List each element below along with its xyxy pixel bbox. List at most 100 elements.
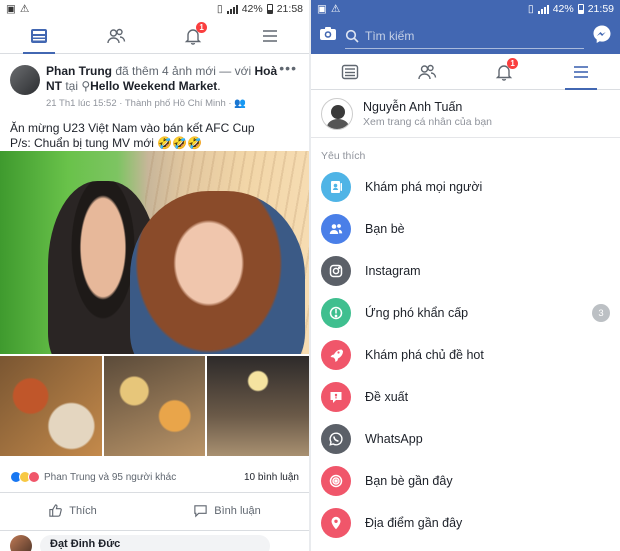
reactions-text: Phan Trung và 95 người khác [44,471,177,483]
place-name[interactable]: Hello Weekend Market [90,79,217,93]
period: . [217,79,221,93]
profile-avatar[interactable] [321,97,353,130]
warning-icon: ⚠ [19,3,30,15]
photo-thumbnail[interactable] [0,356,102,456]
gallery-icon: ▣ [6,3,16,15]
search-input[interactable]: Tìm kiếm [345,23,584,49]
crisis-response-icon [321,298,351,328]
author-avatar[interactable] [10,65,40,95]
battery-percent: 42% [241,3,263,15]
menu-item-trending-topics[interactable]: Khám phá chủ đề hot [311,334,620,376]
menu-item-friends[interactable]: Bạn bè [311,208,620,250]
vibrate-icon: ▯ [527,3,534,15]
menu-item-label: Bạn bè [365,222,405,236]
battery-percent: 42% [552,3,574,15]
favorites-menu: Khám phá mọi người Bạn bè Instagram Ứng … [311,166,620,544]
right-screen: ▣ ⚠ ▯ 42% 21:59 Tìm kiếm 1 Nguyễn Anh Tu… [311,0,620,551]
friends-icon [321,214,351,244]
location-pin-icon: ⚲ [81,79,91,93]
menu-item-count-badge: 3 [592,304,610,322]
post-action-text: đã thêm 4 ảnh mới — với [112,64,255,78]
menu-item-label: Bạn bè gần đây [365,474,453,488]
profile-subtitle: Xem trang cá nhân của bạn [363,115,493,128]
menu-item-label: Đề xuất [365,390,409,404]
rocket-icon [321,340,351,370]
favorites-section-title: Yêu thích [321,150,366,162]
comments-count[interactable]: 10 bình luận [244,472,299,483]
news-feed-icon [341,64,358,79]
photo-thumbnail[interactable] [103,356,206,456]
gallery-icon: ▣ [317,3,327,15]
top-nav: 1 [311,54,620,90]
menu-item-label: WhatsApp [365,432,423,446]
menu-item-label: Địa điểm gần đây [365,516,463,530]
signal-icon [537,4,549,14]
reactions-summary[interactable]: Phan Trung và 95 người khác 10 bình luận [0,467,309,487]
comment-icon [194,505,207,518]
caption-line-1: Ăn mừng U23 Việt Nam vào bán kết AFC Cup [10,121,255,135]
thumbs-up-icon [49,504,63,517]
top-nav: 1 [0,18,309,54]
friends-icon [107,28,126,43]
nearby-friends-icon [321,466,351,496]
menu-item-nearby-friends[interactable]: Bạn bè gần đây [311,460,620,502]
notification-badge: 1 [196,21,208,33]
menu-item-whatsapp[interactable]: WhatsApp [311,418,620,460]
comment-button[interactable]: Bình luận [193,503,261,518]
status-bar: ▣ ⚠ ▯ 42% 21:59 [311,0,620,18]
notification-badge: 1 [507,57,519,69]
tab-news-feed[interactable] [330,55,370,89]
menu-item-instagram[interactable]: Instagram [311,250,620,292]
search-header: Tìm kiếm [311,18,620,54]
menu-item-nearby-places[interactable]: Địa điểm gần đây [311,502,620,544]
menu-item-label: Khám phá chủ đề hot [365,348,484,362]
battery-icon [266,4,273,14]
menu-item-suggestions[interactable]: Đề xuất [311,376,620,418]
commenter-avatar[interactable] [10,535,32,551]
search-placeholder: Tìm kiếm [365,28,415,43]
hamburger-icon [263,29,278,42]
location-pin-icon [321,508,351,538]
main-photo[interactable] [0,151,309,354]
tab-notifications[interactable]: 1 [173,19,213,53]
like-label: Thích [69,504,97,517]
discover-people-icon [321,172,351,202]
post-header: Phan Trung đã thêm 4 ảnh mới — với Hoà N… [0,54,309,111]
more-options-icon[interactable]: ••• [279,60,297,76]
signal-icon [226,4,238,14]
like-button[interactable]: Thích [48,503,97,518]
status-bar: ▣ ⚠ ▯ 42% 21:58 [0,0,309,18]
clock: 21:58 [276,3,303,15]
warning-icon: ⚠ [330,3,341,15]
tab-friends[interactable] [96,19,136,53]
tab-friends[interactable] [407,55,447,89]
profile-row[interactable]: Nguyễn Anh Tuấn Xem trang cá nhân của bạ… [311,90,620,138]
post-meta: 21 Th1 lúc 15:52 · Thành phố Hồ Chí Minh… [46,98,235,109]
menu-item-discover-people[interactable]: Khám phá mọi người [311,166,620,208]
menu-item-crisis-response[interactable]: Ứng phó khẩn cấp 3 [311,292,620,334]
tab-news-feed[interactable] [19,19,59,54]
camera-icon[interactable] [319,25,337,48]
commenter-name[interactable]: Đạt Đinh Đức [40,535,270,551]
love-reaction-icon [28,471,40,483]
caption-line-2: P/s: Chuẩn bị tung MV mới 🤣🤣🤣 [10,136,203,150]
comment-preview[interactable]: Đạt Đinh Đức [0,530,309,551]
tab-menu[interactable] [561,55,601,90]
comment-label: Bình luận [214,504,261,517]
author-name[interactable]: Phan Trung [46,64,112,78]
photo-thumbnails [0,356,309,456]
menu-item-label: Instagram [365,264,421,278]
tab-menu[interactable] [250,19,290,53]
vibrate-icon: ▯ [216,3,223,15]
menu-item-label: Ứng phó khẩn cấp [365,306,469,320]
tab-notifications[interactable]: 1 [484,55,524,89]
suggestion-icon [321,382,351,412]
menu-item-label: Khám phá mọi người [365,180,483,194]
messenger-icon[interactable] [592,24,612,49]
photo-thumbnail[interactable] [207,356,309,456]
reaction-icons [10,471,40,483]
post-actions: Thích Bình luận [0,492,309,528]
news-feed-icon [30,28,47,43]
hamburger-icon [574,65,589,78]
battery-icon [577,4,584,14]
